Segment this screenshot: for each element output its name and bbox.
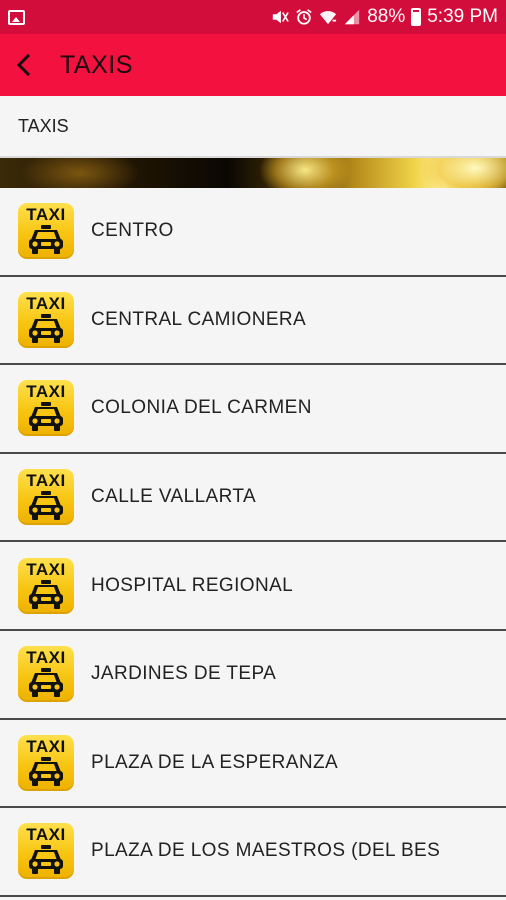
status-bar: 88% 5:39 PM — [0, 0, 506, 34]
clock: 5:39 PM — [427, 6, 498, 27]
taxi-icon: TAXI — [18, 734, 74, 791]
list-item[interactable]: TAXI CENTRO — [0, 188, 506, 277]
taxi-icon-text: TAXI — [26, 825, 66, 845]
list-item-label: CALLE VALLARTA — [91, 486, 257, 508]
taxi-icon: TAXI — [18, 469, 74, 526]
car-icon — [29, 845, 63, 875]
app-bar: TAXIS — [0, 34, 506, 96]
list-item-label: COLONIA DEL CARMEN — [91, 397, 312, 419]
list-item[interactable]: TAXI CENTRAL CAMIONERA — [0, 276, 506, 366]
list-item[interactable]: TAXI CALLE VALLARTA — [0, 453, 506, 543]
car-icon — [29, 491, 63, 521]
banner-image — [0, 158, 506, 188]
chevron-left-icon — [16, 54, 31, 76]
list-item-label: CENTRAL CAMIONERA — [91, 308, 307, 330]
battery-level: 88% — [367, 6, 406, 27]
taxi-icon: TAXI — [18, 291, 74, 348]
taxi-icon-text: TAXI — [26, 471, 66, 491]
taxi-icon-text: TAXI — [26, 559, 66, 579]
car-icon — [29, 313, 63, 343]
list-item[interactable]: TAXI JARDINES DE TEPA — [0, 630, 506, 720]
taxi-icon: TAXI — [18, 557, 74, 614]
taxi-icon: TAXI — [18, 203, 74, 260]
mute-icon — [271, 8, 289, 26]
list-item-label: JARDINES DE TEPA — [91, 663, 277, 685]
taxi-icon-text: TAXI — [26, 205, 66, 225]
taxi-icon: TAXI — [18, 823, 74, 880]
list-item-label: CENTRO — [91, 220, 174, 242]
taxi-icon: TAXI — [18, 646, 74, 703]
list-item[interactable]: TAXI PLAZA DE LOS MAESTROS (DEL BES — [0, 808, 506, 897]
car-icon — [29, 225, 63, 255]
gallery-icon — [8, 9, 25, 25]
list-item[interactable]: TAXI HOSPITAL REGIONAL — [0, 542, 506, 631]
taxi-icon-text: TAXI — [26, 293, 66, 313]
list-item-label: PLAZA DE LA ESPERANZA — [91, 751, 339, 773]
car-icon — [29, 756, 63, 786]
car-icon — [29, 402, 63, 432]
signal-icon — [343, 8, 361, 26]
taxi-icon: TAXI — [18, 380, 74, 437]
list-item-label: PLAZA DE LOS MAESTROS (DEL BES — [91, 840, 441, 862]
car-icon — [29, 668, 63, 698]
taxi-icon-text: TAXI — [26, 736, 66, 756]
taxi-list: TAXI CENTRO TAXI CENTRAL CAMIONERA TAXI … — [0, 188, 506, 897]
list-item-label: HOSPITAL REGIONAL — [91, 574, 294, 596]
taxi-icon-text: TAXI — [26, 382, 66, 402]
battery-icon — [411, 8, 422, 26]
back-button[interactable] — [2, 34, 46, 96]
car-icon — [29, 579, 63, 609]
section-header: TAXIS — [0, 96, 506, 156]
page-title: TAXIS — [60, 50, 133, 79]
taxi-icon-text: TAXI — [26, 648, 66, 668]
list-item[interactable]: TAXI PLAZA DE LA ESPERANZA — [0, 719, 506, 809]
wifi-icon — [319, 8, 337, 26]
alarm-icon — [295, 8, 313, 26]
list-item[interactable]: TAXI COLONIA DEL CARMEN — [0, 365, 506, 454]
